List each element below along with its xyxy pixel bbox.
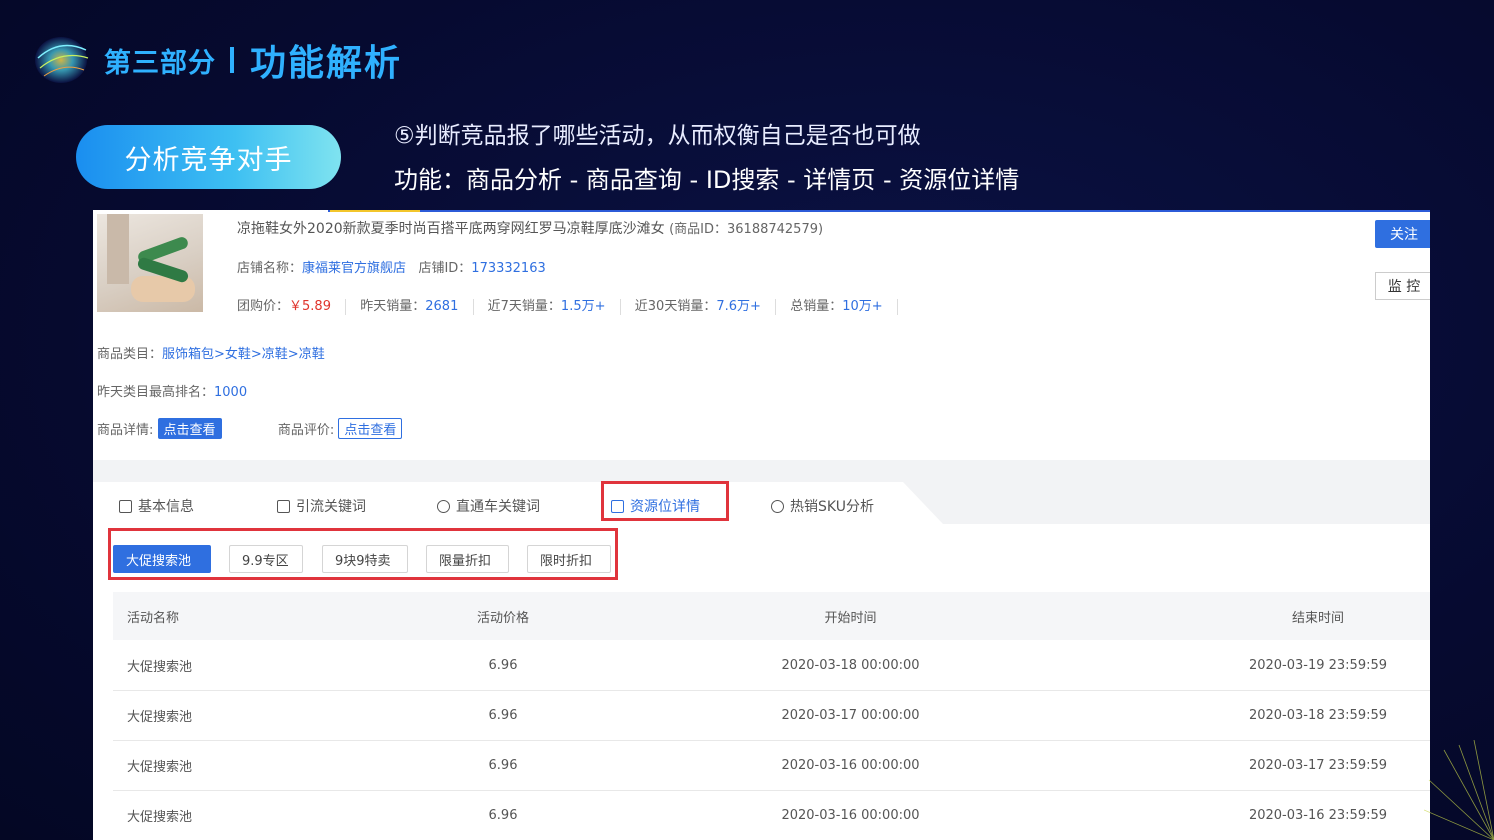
cell-end-time: 2020-03-17 23:59:59 xyxy=(1248,758,1388,773)
slide-title: 第三部分 功能解析 xyxy=(104,38,402,84)
logo-globe-icon xyxy=(35,37,89,83)
tab-label: 热销SKU分析 xyxy=(790,499,874,515)
tab-ppc-keywords[interactable]: 直通车关键词 xyxy=(437,496,540,516)
sales-30d-label: 近30天销量： xyxy=(634,299,717,314)
tab-traffic-keywords[interactable]: 引流关键词 xyxy=(277,496,366,516)
yesterday-sales-label: 昨天销量： xyxy=(360,299,426,314)
category-label: 商品类目： xyxy=(97,347,163,362)
cell-end-time: 2020-03-16 23:59:59 xyxy=(1248,808,1388,823)
rank-value: 1000 xyxy=(214,385,248,400)
shop-id-label: 店铺ID： xyxy=(418,261,472,276)
title-divider xyxy=(230,47,234,73)
panel-top-border xyxy=(328,210,1430,212)
category-row: 商品类目：服饰箱包>女鞋>凉鞋>凉鞋 xyxy=(97,343,325,362)
page-title: 功能解析 xyxy=(250,43,403,84)
group-price-label: 团购价： xyxy=(237,299,290,314)
cell-end-time: 2020-03-18 23:59:59 xyxy=(1248,708,1388,723)
description-line-2: 功能：商品分析 - 商品查询 - ID搜索 - 详情页 - 资源位详情 xyxy=(394,166,1020,194)
sales-30d-value: 7.6万+ xyxy=(716,299,761,314)
header-end-time: 结束时间 xyxy=(1291,610,1344,626)
cell-activity-name: 大促搜索池 xyxy=(127,810,193,825)
view-detail-button[interactable]: 点击查看 xyxy=(157,418,222,439)
panel-top-accent xyxy=(330,210,420,212)
document-icon xyxy=(119,499,132,513)
tab-basic-info[interactable]: 基本信息 xyxy=(119,496,194,516)
product-thumbnail[interactable] xyxy=(97,214,203,312)
detail-review-row: 商品详情: 点击查看 商品评价: 点击查看 xyxy=(97,418,403,439)
detail-label: 商品详情: xyxy=(97,423,154,438)
part-label: 第三部分 xyxy=(104,47,216,79)
total-sales-value: 10万+ xyxy=(842,299,883,314)
table-row: 大促搜索池 6.96 2020-03-17 00:00:00 2020-03-1… xyxy=(113,691,1430,741)
cell-start-time: 2020-03-17 00:00:00 xyxy=(781,708,920,723)
pen-icon xyxy=(437,499,450,513)
product-id: (商品ID：36188742579) xyxy=(669,222,824,237)
cell-start-time: 2020-03-16 00:00:00 xyxy=(781,758,920,773)
decorative-sparkle-icon xyxy=(1424,740,1494,840)
sales-7d-label: 近7天销量： xyxy=(487,299,561,314)
cell-activity-price: 6.96 xyxy=(488,758,518,773)
cell-end-time: 2020-03-19 23:59:59 xyxy=(1248,658,1388,673)
shop-id-value: 173332163 xyxy=(471,261,546,276)
product-title: 凉拖鞋女外2020新款夏季时尚百搭平底两穿网红罗马凉鞋厚底沙滩女 (商品ID：3… xyxy=(237,218,823,238)
cell-activity-name: 大促搜索池 xyxy=(127,710,193,725)
monitor-button[interactable]: 监 控 xyxy=(1375,272,1430,300)
highlight-box-subtabs xyxy=(108,528,618,580)
yesterday-sales-value: 2681 xyxy=(425,299,459,314)
tab-label: 直通车关键词 xyxy=(456,499,540,515)
follow-button[interactable]: 关注 xyxy=(1375,220,1430,248)
cell-activity-price: 6.96 xyxy=(488,708,518,723)
sales-stats-row: 团购价：￥5.89 昨天销量：2681 近7天销量：1.5万+ 近30天销量：7… xyxy=(237,295,908,315)
header-activity-name: 活动名称 xyxy=(127,610,180,626)
rank-row: 昨天类目最高排名：1000 xyxy=(97,381,247,400)
view-review-button[interactable]: 点击查看 xyxy=(338,418,403,439)
shop-label: 店铺名称： xyxy=(237,261,303,276)
table-row: 大促搜索池 6.96 2020-03-18 00:00:00 2020-03-1… xyxy=(113,641,1430,691)
cell-start-time: 2020-03-16 00:00:00 xyxy=(781,808,920,823)
shop-info-row: 店铺名称：康福莱官方旗舰店 店铺ID：173332163 xyxy=(237,257,546,276)
sales-7d-value: 1.5万+ xyxy=(560,299,606,314)
category-path[interactable]: 服饰箱包>女鞋>凉鞋>凉鞋 xyxy=(162,347,325,362)
tab-hot-sku[interactable]: 热销SKU分析 xyxy=(771,496,874,516)
tab-label: 引流关键词 xyxy=(296,499,366,515)
header-activity-price: 活动价格 xyxy=(476,610,529,626)
section-pill: 分析竞争对手 xyxy=(76,125,341,189)
shop-name-link[interactable]: 康福莱官方旗舰店 xyxy=(302,261,406,276)
cell-activity-name: 大促搜索池 xyxy=(127,760,193,775)
cell-activity-price: 6.96 xyxy=(488,658,518,673)
cell-start-time: 2020-03-18 00:00:00 xyxy=(781,658,920,673)
tab-label: 基本信息 xyxy=(138,499,194,515)
cell-activity-price: 6.96 xyxy=(488,808,518,823)
table-row: 大促搜索池 6.96 2020-03-16 00:00:00 2020-03-1… xyxy=(113,791,1430,840)
highlight-box-tab xyxy=(601,481,729,521)
header-start-time: 开始时间 xyxy=(824,610,877,626)
table-row: 大促搜索池 6.96 2020-03-16 00:00:00 2020-03-1… xyxy=(113,741,1430,791)
review-label: 商品评价: xyxy=(277,423,335,438)
cell-activity-name: 大促搜索池 xyxy=(127,660,193,675)
rank-label: 昨天类目最高排名： xyxy=(97,385,215,400)
group-price-value: ￥5.89 xyxy=(289,299,331,314)
search-doc-icon xyxy=(277,499,290,513)
product-detail-panel: 凉拖鞋女外2020新款夏季时尚百搭平底两穿网红罗马凉鞋厚底沙滩女 (商品ID：3… xyxy=(93,210,1430,840)
timer-icon xyxy=(771,499,784,513)
total-sales-label: 总销量： xyxy=(790,299,843,314)
product-name: 凉拖鞋女外2020新款夏季时尚百搭平底两穿网红罗马凉鞋厚底沙滩女 xyxy=(237,221,665,237)
description-line-1: ⑤判断竞品报了哪些活动，从而权衡自己是否也可做 xyxy=(394,123,921,149)
table-header: 活动名称 活动价格 开始时间 结束时间 xyxy=(113,592,1430,640)
